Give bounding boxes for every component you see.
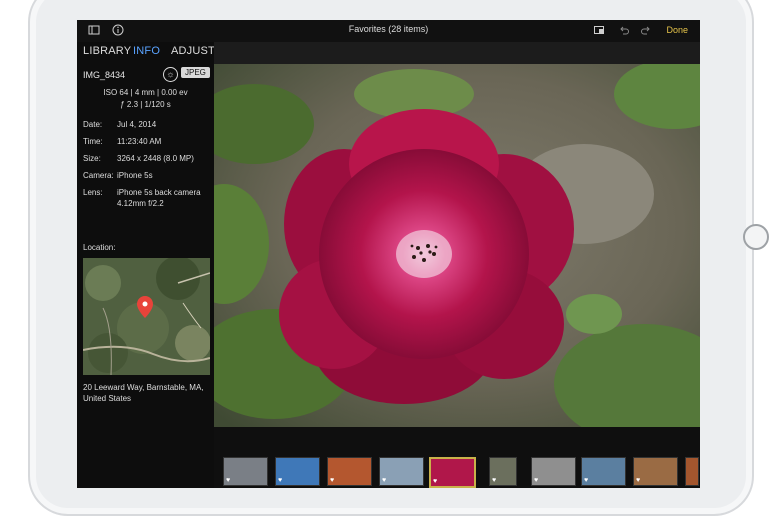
thumbnail-strip: ♥ ♥ ♥ ♥ ♥ ♥ ♥ ♥ ♥ — [214, 427, 700, 488]
redo-icon[interactable] — [639, 24, 653, 38]
format-badge: JPEG — [181, 67, 210, 78]
sidebar-icon[interactable] — [87, 24, 101, 38]
tab-info[interactable]: INFO — [133, 45, 160, 57]
detail-key: Size: — [83, 154, 101, 163]
info-sidebar: LIBRARY INFO ADJUST IMG_8434 ☼ JPEG ISO … — [77, 42, 215, 488]
detail-value: iPhone 5s back camera — [117, 188, 201, 197]
favorite-heart-icon: ♥ — [534, 477, 539, 484]
thumbnail[interactable]: ♥ — [327, 457, 372, 486]
detail-key: Lens: — [83, 188, 103, 197]
file-name: IMG_8434 — [83, 70, 126, 80]
thumbnail[interactable]: ♥ — [581, 457, 626, 486]
viewer-header-bar — [214, 42, 700, 64]
tab-library[interactable]: LIBRARY — [83, 45, 131, 57]
favorite-heart-icon: ♥ — [278, 477, 283, 484]
favorite-heart-icon: ♥ — [636, 477, 641, 484]
top-toolbar: Favorites (28 items) Done — [77, 20, 700, 42]
thumbnail[interactable]: ♥ — [489, 457, 517, 486]
favorite-heart-icon: ♥ — [382, 477, 387, 484]
detail-key: Camera: — [83, 171, 114, 180]
thumbnail[interactable]: ♥ — [275, 457, 320, 486]
photo-viewer — [214, 42, 700, 427]
exif-line-1: ISO 64 | 4 mm | 0.00 ev — [103, 88, 188, 97]
thumbnail[interactable]: ♥ — [223, 457, 268, 486]
thumbnail-selected[interactable]: ♥ — [429, 457, 476, 488]
location-map[interactable] — [83, 258, 210, 375]
thumbnail[interactable]: ♥ — [531, 457, 576, 486]
detail-value: 11:23:40 AM — [117, 137, 162, 146]
detail-value: Jul 4, 2014 — [117, 120, 157, 129]
favorite-heart-icon: ♥ — [433, 478, 438, 485]
address-line-1: 20 Leeward Way, Barnstable, MA, — [83, 383, 204, 392]
detail-value: 4.12mm f/2.2 — [117, 199, 164, 208]
tab-adjust[interactable]: ADJUST — [171, 45, 215, 57]
crop-icon[interactable] — [592, 24, 606, 38]
undo-icon[interactable] — [617, 24, 631, 38]
thumbnail[interactable] — [685, 457, 699, 486]
exif-line-2: ƒ 2.3 | 1/120 s — [120, 100, 171, 109]
map-pin-icon — [137, 296, 153, 318]
detail-value: 3264 x 2448 (8.0 MP) — [117, 154, 194, 163]
address: 20 Leeward Way, Barnstable, MA, United S… — [83, 382, 211, 404]
favorite-heart-icon: ♥ — [492, 477, 497, 484]
favorite-heart-icon: ♥ — [226, 477, 231, 484]
detail-value: iPhone 5s — [117, 171, 153, 180]
favorite-heart-icon: ♥ — [584, 477, 589, 484]
album-title: Favorites (28 items) — [348, 24, 429, 34]
main-photo[interactable] — [214, 64, 700, 427]
detail-key: Time: — [83, 137, 103, 146]
address-line-2: United States — [83, 394, 132, 403]
app-screen: Favorites (28 items) Done LIBRARY INFO A… — [77, 20, 700, 488]
thumbnail[interactable]: ♥ — [633, 457, 678, 486]
location-label: Location: — [83, 243, 116, 252]
detail-key: Date: — [83, 120, 103, 129]
info-icon[interactable] — [111, 24, 125, 38]
thumbnail[interactable]: ♥ — [379, 457, 424, 486]
exposure-icon: ☼ — [163, 67, 178, 82]
done-button[interactable]: Done — [666, 25, 688, 35]
home-button[interactable] — [743, 224, 769, 250]
favorite-heart-icon: ♥ — [330, 477, 335, 484]
